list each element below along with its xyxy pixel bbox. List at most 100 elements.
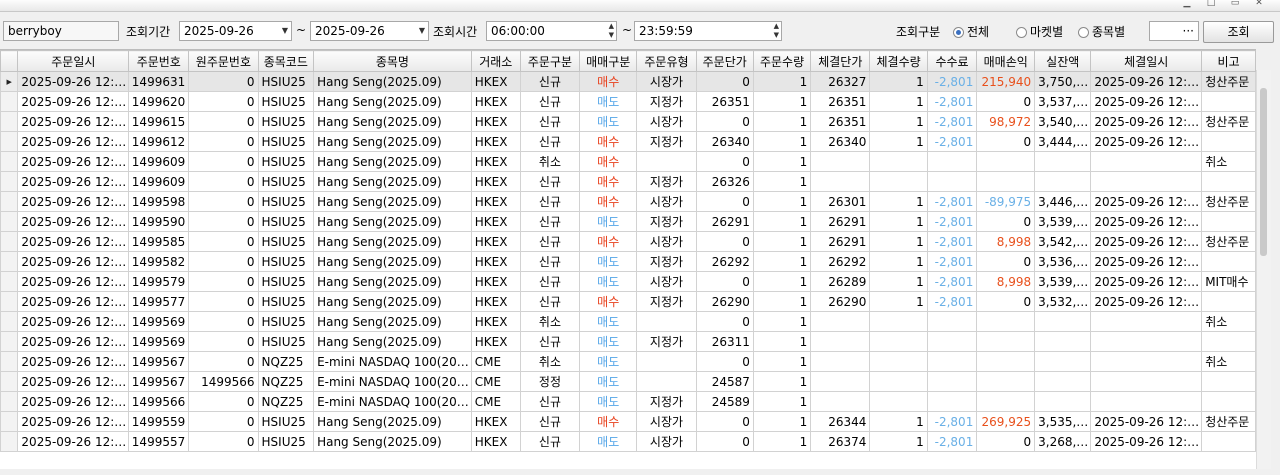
cell-code: HSIU25 <box>257 131 315 152</box>
table-row[interactable]: 2025-09-26 12:… 1499598 0 HSIU25 Hang Seng(2… <box>0 191 1256 212</box>
table-row[interactable]: 2025-09-26 12:… 1499566 0 NQZ25 E-mini NASDA… <box>0 391 1256 412</box>
radio-symbol[interactable]: 종목별 <box>1078 23 1125 40</box>
cell-type <box>636 371 697 392</box>
symbol-picker-field[interactable]: ··· <box>1149 21 1199 41</box>
spinner-icon[interactable]: ▲ ▼ <box>609 22 614 40</box>
more-icon[interactable]: ··· <box>1183 24 1194 38</box>
radio-all[interactable]: 전체 <box>953 23 989 40</box>
table-row[interactable]: 2025-09-26 12:… 1499585 0 HSIU25 Hang Seng(2… <box>0 231 1256 252</box>
row-pointer-icon[interactable]: ▶ <box>0 71 19 92</box>
cell-fqty <box>869 391 928 412</box>
cell-note: 청산주문 <box>1201 191 1256 212</box>
column-header[interactable]: 종목코드 <box>257 50 315 72</box>
row-pointer-icon[interactable] <box>0 271 19 292</box>
table-row[interactable]: 2025-09-26 12:… 1499579 0 HSIU25 Hang Seng(2… <box>0 271 1256 292</box>
date-to-field[interactable]: 2025-09-26 ▼ <box>310 21 429 41</box>
column-header[interactable]: 주문번호 <box>128 50 190 72</box>
row-pointer-icon[interactable] <box>0 131 19 152</box>
horizontal-scrollbar[interactable] <box>0 469 1280 475</box>
search-button[interactable]: 조회 <box>1203 21 1274 43</box>
row-pointer-icon[interactable] <box>0 331 19 352</box>
table-row[interactable]: 2025-09-26 12:… 1499620 0 HSIU25 Hang Seng(2… <box>0 91 1256 112</box>
chevron-down-icon[interactable]: ▼ <box>282 22 288 40</box>
column-header[interactable]: 실잔액 <box>1034 50 1092 72</box>
row-pointer-icon[interactable] <box>0 291 19 312</box>
row-pointer-icon[interactable] <box>0 151 19 172</box>
column-header[interactable]: 원주문번호 <box>188 50 259 72</box>
column-header[interactable]: 거래소 <box>470 50 521 72</box>
column-header[interactable]: 주문수량 <box>752 50 812 72</box>
table-row[interactable]: 2025-09-26 12:… 1499569 0 HSIU25 Hang Seng(2… <box>0 331 1256 352</box>
column-header[interactable]: 종목명 <box>313 50 472 72</box>
row-pointer-icon[interactable] <box>0 391 19 412</box>
cell-orig: 0 <box>188 131 259 152</box>
cell-bal <box>1034 171 1092 192</box>
row-pointer-icon[interactable] <box>0 91 19 112</box>
row-pointer-icon[interactable] <box>0 371 19 392</box>
column-header[interactable]: 매매손익 <box>976 50 1036 72</box>
cell-kind: 취소 <box>519 311 581 332</box>
table-row[interactable]: 2025-09-26 12:… 1499557 0 HSIU25 Hang Seng(2… <box>0 431 1256 452</box>
column-header[interactable]: 매매구분 <box>579 50 638 72</box>
row-pointer-icon[interactable] <box>0 231 19 252</box>
cell-fee <box>926 311 978 332</box>
cell-fee <box>926 371 978 392</box>
table-row[interactable]: 2025-09-26 12:… 1499559 0 HSIU25 Hang Seng(2… <box>0 411 1256 432</box>
time-to-field[interactable]: 23:59:59 ▲ ▼ <box>634 21 782 41</box>
cell-orig: 0 <box>188 311 259 332</box>
date-from-field[interactable]: 2025-09-26 ▼ <box>179 21 292 41</box>
table-row[interactable]: 2025-09-26 12:… 1499609 0 HSIU25 Hang Seng(2… <box>0 171 1256 192</box>
cell-pnl: 215,940 <box>976 71 1036 92</box>
radio-market[interactable]: 마켓별 <box>1016 23 1063 40</box>
table-row[interactable]: 2025-09-26 12:… 1499569 0 HSIU25 Hang Seng(2… <box>0 311 1256 332</box>
restore-icon[interactable]: ▭ <box>1228 0 1242 8</box>
column-header[interactable]: 주문구분 <box>519 50 581 72</box>
row-pointer-icon[interactable] <box>0 171 19 192</box>
table-row[interactable]: ▶ 2025-09-26 12:… 1499631 0 HSIU25 Hang Seng(… <box>0 71 1256 92</box>
radio-selected-icon <box>953 27 964 38</box>
title-bar: ▁ □ ▭ ✕ <box>0 0 1280 12</box>
cell-code: HSIU25 <box>257 151 315 172</box>
time-from-field[interactable]: 06:00:00 ▲ ▼ <box>486 21 617 41</box>
cell-orig: 0 <box>188 211 259 232</box>
row-pointer-icon[interactable] <box>0 111 19 132</box>
radio-market-label: 마켓별 <box>1030 25 1064 39</box>
user-id-field[interactable]: berryboy <box>3 21 119 41</box>
row-pointer-icon[interactable] <box>0 211 19 232</box>
minimize-icon[interactable]: ▁ <box>1180 0 1194 8</box>
row-pointer-icon[interactable] <box>0 311 19 332</box>
cell-price: 26340 <box>695 131 754 152</box>
vertical-scrollbar[interactable] <box>1256 70 1271 469</box>
table-row[interactable]: 2025-09-26 12:… 1499577 0 HSIU25 Hang Seng(2… <box>0 291 1256 312</box>
column-header[interactable]: 비고 <box>1201 50 1256 72</box>
chevron-down-icon[interactable]: ▼ <box>419 22 425 40</box>
row-pointer-icon[interactable] <box>0 351 19 372</box>
column-header[interactable]: 체결일시 <box>1090 50 1203 72</box>
scroll-thumb[interactable] <box>1260 88 1267 256</box>
column-header[interactable]: 주문단가 <box>695 50 754 72</box>
row-pointer-icon[interactable] <box>0 431 19 452</box>
cell-dt: 2025-09-26 12:… <box>17 431 130 452</box>
close-icon[interactable]: ✕ <box>1252 0 1266 8</box>
table-row[interactable]: 2025-09-26 12:… 1499590 0 HSIU25 Hang Seng(2… <box>0 211 1256 232</box>
table-row[interactable]: 2025-09-26 12:… 1499609 0 HSIU25 Hang Seng(2… <box>0 151 1256 172</box>
table-row[interactable]: 2025-09-26 12:… 1499567 0 NQZ25 E-mini NASDA… <box>0 351 1256 372</box>
maximize-icon[interactable]: □ <box>1204 0 1218 8</box>
table-row[interactable]: 2025-09-26 12:… 1499567 1499566 NQZ25 E-mini… <box>0 371 1256 392</box>
table-row[interactable]: 2025-09-26 12:… 1499612 0 HSIU25 Hang Seng(2… <box>0 131 1256 152</box>
column-header[interactable]: 주문유형 <box>636 50 697 72</box>
row-pointer-icon[interactable] <box>0 411 19 432</box>
table-row[interactable]: 2025-09-26 12:… 1499582 0 HSIU25 Hang Seng(2… <box>0 251 1256 272</box>
cell-fdt: 2025-09-26 12:… <box>1090 211 1203 232</box>
spinner-icon[interactable]: ▲ ▼ <box>774 22 779 40</box>
row-pointer-icon[interactable] <box>0 251 19 272</box>
table-row[interactable]: 2025-09-26 12:… 1499615 0 HSIU25 Hang Seng(2… <box>0 111 1256 132</box>
column-header[interactable]: 체결수량 <box>869 50 928 72</box>
column-header[interactable]: 주문일시 <box>17 50 130 72</box>
cell-pnl: 0 <box>976 211 1036 232</box>
cell-type: 지정가 <box>636 251 697 272</box>
cell-no: 1499579 <box>128 271 190 292</box>
row-pointer-icon[interactable] <box>0 191 19 212</box>
column-header[interactable]: 체결단가 <box>810 50 871 72</box>
column-header[interactable]: 수수료 <box>926 50 978 72</box>
